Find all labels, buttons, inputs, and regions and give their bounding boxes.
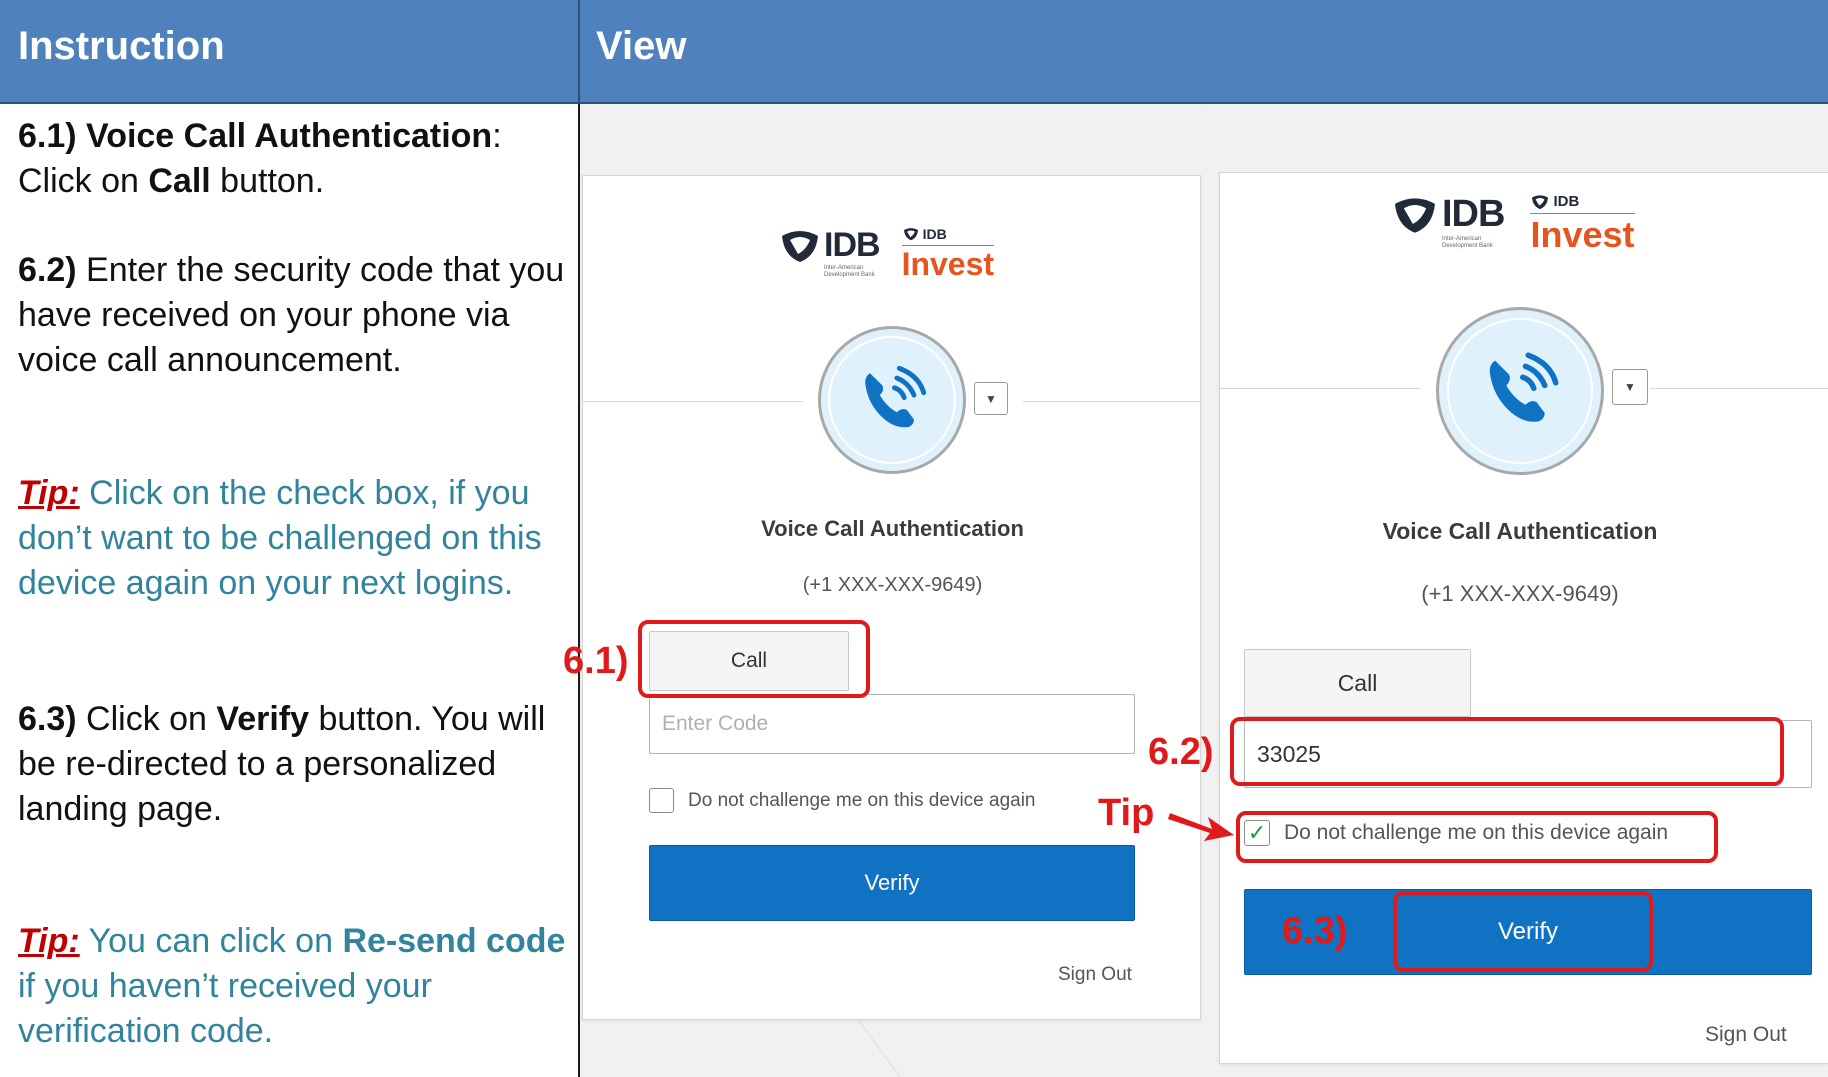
divider (583, 401, 803, 402)
header-instruction: Instruction (0, 0, 580, 104)
idb-globe-icon (782, 230, 818, 262)
login-card-before: IDB Inter-American Development Bank IDB … (582, 175, 1202, 1020)
idb-logo: IDB Inter-American Development Bank IDB … (1390, 193, 1635, 256)
verify-button[interactable]: Verify (649, 845, 1135, 921)
phone-number: (+1 XXX-XXX-9649) (1421, 581, 1619, 606)
instruction-column: 6.1) Voice Call Authentication: Click on… (0, 104, 580, 1077)
annotation-step-6-2: 6.2) (1148, 731, 1214, 773)
divider (1023, 401, 1202, 402)
highlight-code-input (1230, 717, 1784, 786)
highlight-remember-checkbox (1236, 811, 1718, 863)
remember-device-checkbox[interactable] (649, 788, 674, 813)
sign-out-link[interactable]: Sign Out (1058, 964, 1132, 986)
factor-dropdown-button[interactable]: ▼ (1612, 369, 1648, 405)
annotation-tip: Tip (1098, 792, 1155, 834)
header-view: View (596, 24, 687, 68)
idb-invest-logo: IDB Invest (1530, 193, 1635, 255)
instruction-tip-checkbox: Tip: Click on the check box, if you don’… (18, 474, 542, 602)
sign-out-link[interactable]: Sign Out (1705, 1023, 1787, 1047)
instruction-tip-resend: Tip: You can click on Re-send code if yo… (18, 922, 566, 1050)
divider (1650, 388, 1828, 389)
code-input[interactable] (649, 694, 1135, 754)
instruction-6-3: 6.3) Click on Verify button. You will be… (18, 700, 546, 828)
highlight-call-button (638, 620, 870, 698)
idb-invest-logo: IDB Invest (901, 226, 995, 282)
divider (1220, 388, 1420, 389)
idb-invest-globe-icon (903, 228, 918, 241)
voice-call-factor-icon (1436, 307, 1604, 475)
instruction-6-2: 6.2) Enter the security code that you ha… (18, 251, 565, 379)
auth-title: Voice Call Authentication (1382, 518, 1658, 544)
idb-invest-globe-icon (1532, 194, 1549, 209)
annotation-arrow-icon (1168, 813, 1234, 841)
highlight-verify-button (1393, 891, 1653, 972)
phone-number: (+1 XXX-XXX-9649) (802, 574, 983, 596)
annotation-step-6-1: 6.1) (563, 640, 629, 682)
idb-globe-icon (1395, 197, 1435, 233)
instruction-6-1: 6.1) Voice Call Authentication: Click on… (18, 117, 502, 200)
remember-device-row[interactable]: Do not challenge me on this device again (649, 788, 1036, 813)
table-header: Instruction View (0, 0, 1828, 104)
annotation-step-6-3: 6.3) (1282, 910, 1348, 952)
factor-dropdown-button[interactable]: ▼ (974, 382, 1008, 415)
idb-logo: IDB Inter-American Development Bank IDB … (778, 226, 995, 283)
auth-title: Voice Call Authentication (761, 516, 1024, 541)
voice-call-factor-icon (818, 326, 966, 474)
call-button[interactable]: Call (1244, 649, 1471, 717)
